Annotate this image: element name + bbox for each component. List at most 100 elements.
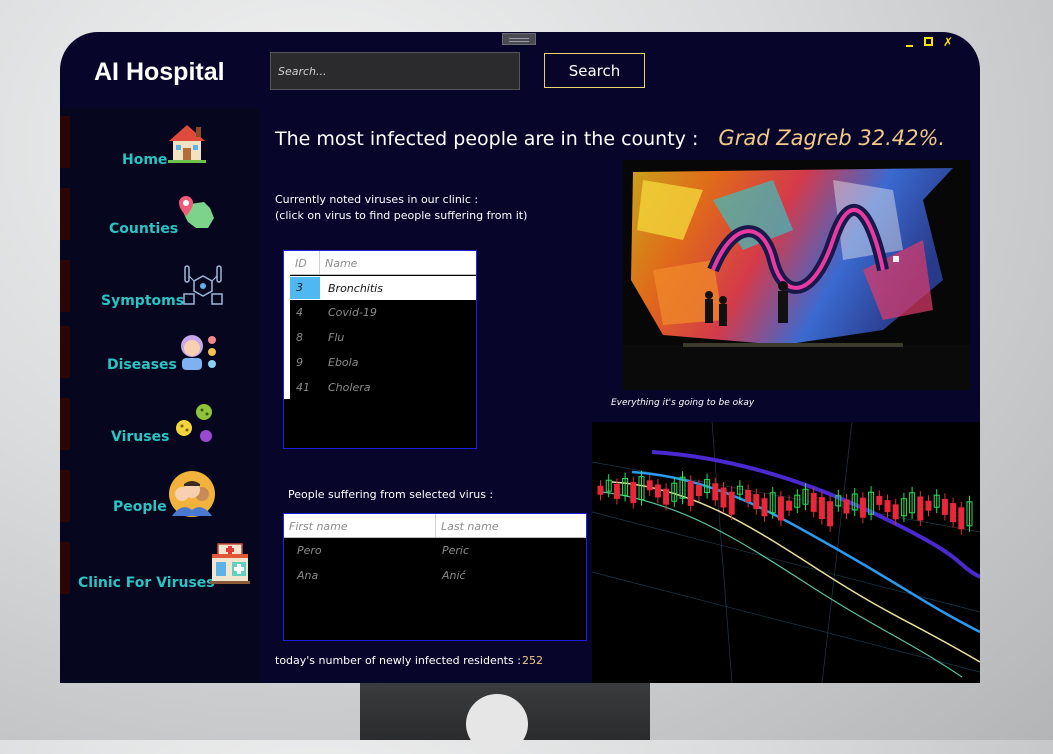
column-header-id[interactable]: ID xyxy=(284,251,320,274)
cell-id: 41 xyxy=(296,381,310,394)
candle-body xyxy=(884,500,891,513)
cell-name: Flu xyxy=(328,331,345,344)
sidebar: Home Counties Symptoms Diseases Viruses … xyxy=(60,108,260,683)
table-row[interactable]: 8 Flu xyxy=(290,325,476,350)
symptoms-icon xyxy=(183,265,223,305)
cell-last-name: Anić xyxy=(442,569,466,582)
clinic-note-line2: (click on virus to find people suffering… xyxy=(275,209,528,222)
clinic-note-line1: Currently noted viruses in our clinic : xyxy=(275,193,479,206)
people-section-label: People suffering from selected virus : xyxy=(288,488,494,501)
cell-name: Ebola xyxy=(328,356,359,369)
sidebar-item-label: Counties xyxy=(109,221,179,237)
table-row[interactable]: 41 Cholera xyxy=(290,375,476,400)
candle-body xyxy=(745,489,752,502)
sick-person-icon xyxy=(181,335,216,370)
photo-caption: Everything it's going to be okay xyxy=(611,398,755,408)
sidebar-item-counties[interactable]: Counties xyxy=(60,188,260,240)
sidebar-item-label: Viruses xyxy=(111,429,170,445)
close-button[interactable]: ✗ xyxy=(943,36,953,48)
new-infected-value: 252 xyxy=(522,654,543,667)
nav-marker xyxy=(60,188,70,240)
candle-body xyxy=(818,497,825,520)
candle-body xyxy=(786,500,793,511)
table-header: First name Last name xyxy=(284,514,586,538)
clinic-note: Currently noted viruses in our clinic : … xyxy=(275,192,527,224)
candle-body xyxy=(646,480,653,491)
sidebar-item-label: Clinic For Viruses xyxy=(78,575,215,591)
monitor-stand-cutout xyxy=(466,694,528,754)
candle-body xyxy=(753,494,760,510)
virus-table[interactable]: ID Name 3 Bronchitis 4 Covid-19 8 Flu 9 … xyxy=(283,250,477,449)
search-button[interactable]: Search xyxy=(544,53,645,88)
candle-body xyxy=(728,491,735,515)
candle-body xyxy=(917,496,924,521)
sidebar-item-label: Diseases xyxy=(107,357,177,373)
app-title: AI Hospital xyxy=(94,58,225,86)
table-row[interactable]: Pero Peric xyxy=(284,538,586,563)
candle-body xyxy=(876,495,883,505)
sidebar-item-diseases[interactable]: Diseases xyxy=(60,326,260,378)
nav-marker xyxy=(60,116,70,168)
cell-name: Cholera xyxy=(328,381,371,394)
candle-body xyxy=(941,498,948,515)
graffiti-wall-image xyxy=(623,160,970,390)
candle-body xyxy=(810,492,817,512)
candle-body xyxy=(720,487,727,508)
search-input[interactable] xyxy=(270,52,520,90)
graffiti-photo xyxy=(623,160,970,390)
cell-id: 9 xyxy=(296,356,303,369)
candle-body xyxy=(654,484,661,498)
minimize-button[interactable] xyxy=(906,36,914,48)
candle-body xyxy=(712,483,719,501)
candle-body xyxy=(663,488,670,505)
maximize-button[interactable] xyxy=(924,37,933,46)
table-header: ID Name xyxy=(284,251,476,275)
sidebar-item-clinic-for-viruses[interactable]: Clinic For Viruses xyxy=(60,542,260,594)
cell-first-name: Ana xyxy=(297,569,319,582)
candle-body xyxy=(761,498,768,517)
candle-body xyxy=(892,504,899,520)
table-row[interactable]: 9 Ebola xyxy=(290,350,476,375)
map-pin-icon xyxy=(179,196,214,228)
candle-body xyxy=(925,500,932,511)
window-controls: ✗ xyxy=(906,36,953,48)
table-row[interactable]: 3 Bronchitis xyxy=(290,276,476,300)
sidebar-item-people[interactable]: People xyxy=(60,470,260,522)
cell-name: Covid-19 xyxy=(328,306,377,319)
column-header-first-name[interactable]: First name xyxy=(284,514,436,537)
cell-first-name: Pero xyxy=(297,544,322,557)
drag-handle[interactable] xyxy=(502,33,536,45)
cell-id: 8 xyxy=(296,331,303,344)
virus-icon xyxy=(176,404,212,442)
house-icon xyxy=(168,125,206,163)
table-row[interactable]: 4 Covid-19 xyxy=(290,300,476,325)
sidebar-item-home[interactable]: Home xyxy=(60,116,260,168)
headline-text: The most infected people are in the coun… xyxy=(275,128,699,150)
headline: The most infected people are in the coun… xyxy=(275,126,945,150)
table-row[interactable]: Ana Anić xyxy=(284,563,586,588)
top-county-value: Grad Zagreb 32.42%. xyxy=(718,126,946,150)
nav-marker xyxy=(60,326,70,378)
candle-body xyxy=(630,482,637,504)
sidebar-item-symptoms[interactable]: Symptoms xyxy=(60,260,260,312)
candle-body xyxy=(777,496,784,521)
sidebar-item-viruses[interactable]: Viruses xyxy=(60,398,260,450)
cell-id: 4 xyxy=(296,306,303,319)
nav-marker xyxy=(60,470,70,522)
candle-body xyxy=(827,501,834,527)
candlestick-chart xyxy=(592,422,980,683)
sidebar-item-label: Symptoms xyxy=(101,293,185,309)
clinic-icon xyxy=(210,543,250,584)
cell-id: 3 xyxy=(290,277,320,299)
cell-name: Bronchitis xyxy=(328,281,383,295)
candle-body xyxy=(687,480,694,506)
sidebar-item-label: Home xyxy=(122,152,168,168)
column-header-name[interactable]: Name xyxy=(320,251,476,274)
people-icon xyxy=(169,471,215,517)
row-header-strip xyxy=(284,274,290,399)
people-table[interactable]: First name Last name Pero Peric Ana Anić xyxy=(283,513,587,641)
candle-body xyxy=(950,503,957,523)
sidebar-item-label: People xyxy=(113,499,167,515)
stock-chart-image xyxy=(592,422,980,683)
column-header-last-name[interactable]: Last name xyxy=(436,514,586,537)
